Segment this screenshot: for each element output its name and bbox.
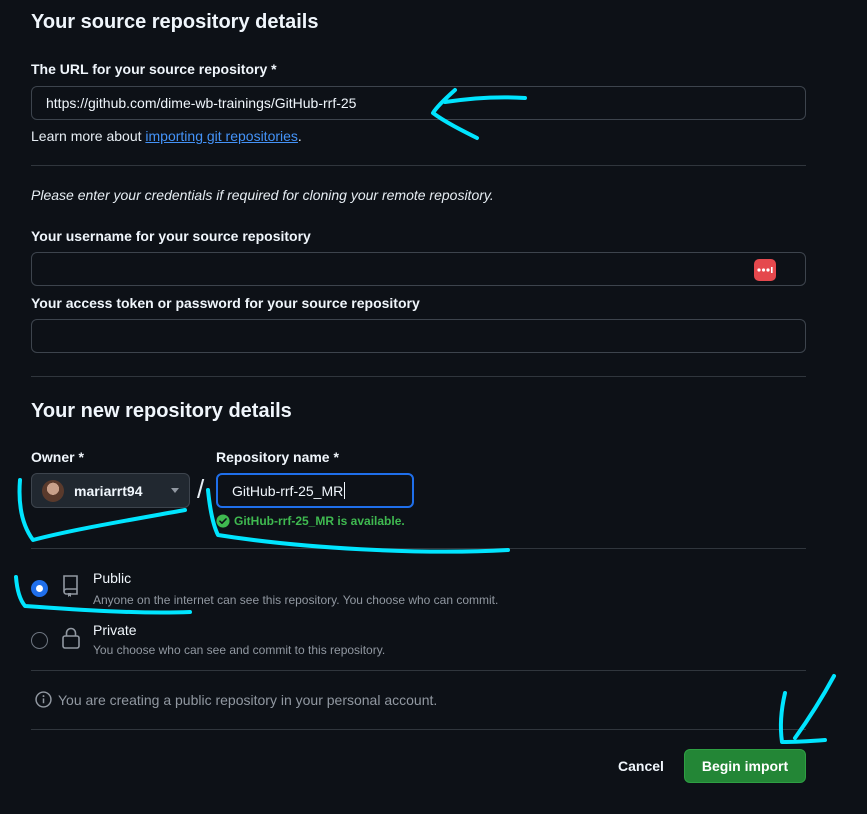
owner-repo-separator: / xyxy=(197,474,205,504)
availability-text: GitHub-rrf-25_MR is available. xyxy=(234,514,405,528)
private-description: You choose who can see and commit to thi… xyxy=(93,643,386,657)
owner-label: Owner * xyxy=(31,449,84,465)
divider xyxy=(31,548,806,549)
repo-icon xyxy=(63,575,78,597)
new-repo-section-heading: Your new repository details xyxy=(31,400,292,422)
url-label: The URL for your source repository * xyxy=(31,61,277,77)
owner-dropdown[interactable]: mariarrt94 xyxy=(31,473,190,508)
public-label: Public xyxy=(93,570,132,586)
learn-more-suffix: . xyxy=(297,128,302,144)
source-section-heading: Your source repository details xyxy=(31,11,319,33)
text-cursor xyxy=(344,482,346,499)
visibility-option-public[interactable]: Public Anyone on the internet can see th… xyxy=(31,568,631,612)
learn-more-text: Learn more about importing git repositor… xyxy=(31,128,302,144)
info-note: You are creating a public repository in … xyxy=(35,691,437,708)
password-manager-icon[interactable] xyxy=(754,259,776,281)
divider xyxy=(31,376,806,377)
info-note-text: You are creating a public repository in … xyxy=(58,691,438,708)
avatar xyxy=(42,479,64,502)
username-label: Your username for your source repository xyxy=(31,228,311,244)
divider xyxy=(31,670,806,671)
repo-name-input-value: GitHub-rrf-25_MR xyxy=(232,482,344,499)
private-label: Private xyxy=(93,622,137,638)
cancel-button[interactable]: Cancel xyxy=(608,749,674,783)
url-input[interactable]: https://github.com/dime-wb-trainings/Git… xyxy=(31,86,806,120)
credentials-note: Please enter your credentials if require… xyxy=(31,187,494,203)
token-input[interactable] xyxy=(31,319,806,353)
repo-name-label: Repository name * xyxy=(216,449,339,465)
visibility-option-private[interactable]: Private You choose who can see and commi… xyxy=(31,620,631,664)
importing-git-repositories-link[interactable]: importing git repositories xyxy=(145,128,298,144)
url-input-value: https://github.com/dime-wb-trainings/Git… xyxy=(46,95,357,111)
availability-message: GitHub-rrf-25_MR is available. xyxy=(216,514,405,528)
divider xyxy=(31,729,806,730)
token-label: Your access token or password for your s… xyxy=(31,295,420,311)
begin-import-button[interactable]: Begin import xyxy=(684,749,806,783)
annotation-button-arrow xyxy=(779,674,836,744)
owner-name: mariarrt94 xyxy=(74,482,143,499)
private-radio[interactable] xyxy=(31,632,48,649)
repo-name-input[interactable]: GitHub-rrf-25_MR xyxy=(216,473,414,508)
divider xyxy=(31,165,806,166)
info-icon xyxy=(35,691,52,708)
username-input[interactable] xyxy=(31,252,806,286)
public-radio[interactable] xyxy=(31,580,48,597)
chevron-down-icon xyxy=(171,488,179,493)
public-description: Anyone on the internet can see this repo… xyxy=(93,593,499,607)
learn-more-prefix: Learn more about xyxy=(31,128,146,144)
lock-icon xyxy=(62,627,80,649)
check-circle-icon xyxy=(216,514,230,528)
